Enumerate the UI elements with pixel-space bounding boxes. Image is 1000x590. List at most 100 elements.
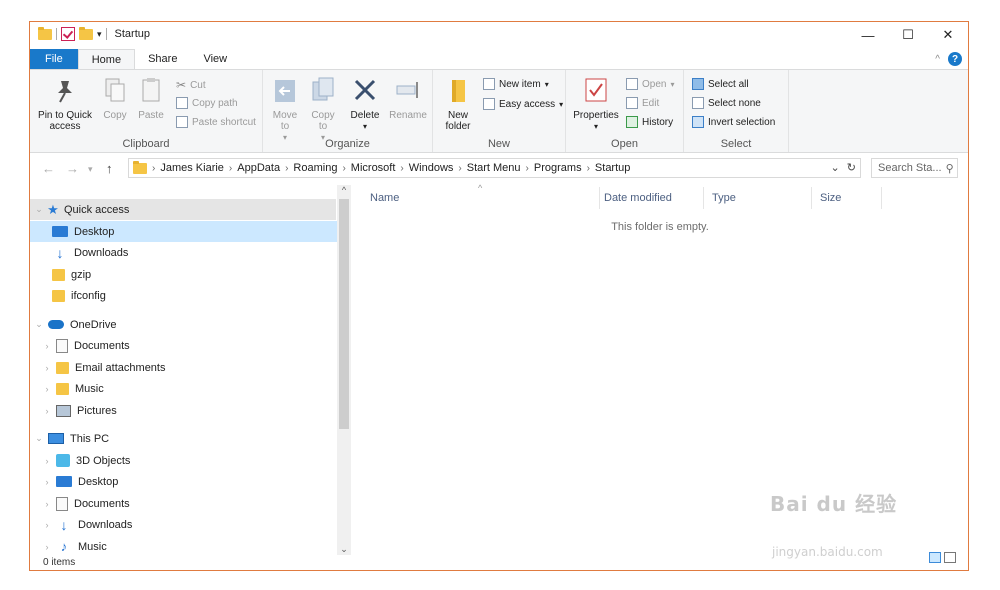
rename-button[interactable]: Rename xyxy=(387,76,429,121)
nav-scrollbar[interactable]: ^ ⌄ xyxy=(337,185,351,555)
minimize-button[interactable]: — xyxy=(848,22,888,48)
separator xyxy=(56,28,57,40)
maximize-button[interactable]: ☐ xyxy=(888,22,928,48)
nav-quick-access[interactable]: ⌄ ★ Quick access xyxy=(30,199,336,220)
expand-chevron-icon[interactable]: › xyxy=(42,477,52,487)
properties-button[interactable]: Properties ▾ xyxy=(570,76,622,132)
refresh-icon[interactable]: ↻ xyxy=(847,162,856,174)
tab-file[interactable]: File xyxy=(30,49,78,69)
breadcrumb-item[interactable]: James Kiarie xyxy=(156,162,228,174)
history-button[interactable]: History xyxy=(626,116,673,128)
nav-item-pc-desktop[interactable]: › Desktop xyxy=(30,471,348,492)
move-to-button[interactable]: Move to ▾ xyxy=(269,76,301,143)
nav-item-music[interactable]: › Music xyxy=(30,378,348,399)
nav-item-downloads[interactable]: ↓ Downloads xyxy=(30,242,350,263)
select-none-button[interactable]: Select none xyxy=(692,97,761,109)
invert-selection-button[interactable]: Invert selection xyxy=(692,116,775,128)
nav-item-pc-music[interactable]: › ♪ Music xyxy=(30,536,348,555)
breadcrumb-item[interactable]: Programs xyxy=(530,162,586,174)
search-input[interactable]: Search Sta... ⚲ xyxy=(871,158,958,178)
column-header-name[interactable]: Name xyxy=(362,187,600,209)
breadcrumb-item[interactable]: Startup xyxy=(591,162,634,174)
new-folder-icon[interactable] xyxy=(79,26,93,40)
breadcrumb-item[interactable]: Roaming xyxy=(289,162,341,174)
paste-shortcut-button[interactable]: Paste shortcut xyxy=(176,116,256,128)
nav-item-documents[interactable]: › Documents xyxy=(30,335,348,356)
scrollbar-thumb[interactable] xyxy=(339,199,349,429)
expand-chevron-icon[interactable]: › xyxy=(42,406,52,416)
large-icons-view-icon[interactable] xyxy=(944,552,956,563)
copy-to-button[interactable]: Copy to ▾ xyxy=(307,76,339,143)
expand-chevron-icon[interactable]: › xyxy=(42,520,52,530)
nav-item-3d-objects[interactable]: › 3D Objects xyxy=(30,450,348,471)
open-button[interactable]: Open ▾ xyxy=(626,78,674,90)
collapse-chevron-icon[interactable]: ⌄ xyxy=(34,204,44,215)
nav-label: Desktop xyxy=(74,225,115,238)
address-bar[interactable]: › James Kiarie › AppData › Roaming › Micros… xyxy=(128,158,861,178)
rename-label: Rename xyxy=(389,110,427,121)
nav-label: 3D Objects xyxy=(76,454,131,467)
up-arrow-icon[interactable]: ↑ xyxy=(106,161,113,176)
nav-item-pictures[interactable]: › Pictures xyxy=(30,400,348,421)
copy-path-button[interactable]: Copy path xyxy=(176,97,238,109)
back-arrow-icon[interactable]: ← xyxy=(42,161,55,176)
new-folder-button[interactable]: New folder xyxy=(439,76,477,132)
nav-item-desktop[interactable]: Desktop xyxy=(30,221,350,242)
collapse-ribbon-chevron-icon[interactable]: ^ xyxy=(935,54,940,65)
search-placeholder: Search Sta... xyxy=(878,162,942,174)
paste-shortcut-icon xyxy=(176,116,188,128)
nav-onedrive[interactable]: ⌄ OneDrive xyxy=(30,314,336,335)
expand-chevron-icon[interactable]: › xyxy=(42,363,52,373)
nav-this-pc[interactable]: ⌄ This PC xyxy=(30,428,336,449)
empty-folder-message: This folder is empty. xyxy=(611,221,709,233)
copy-button[interactable]: Copy xyxy=(100,76,130,121)
new-item-button[interactable]: New item ▾ xyxy=(483,78,549,90)
breadcrumb-item[interactable]: AppData xyxy=(233,162,284,174)
scroll-up-icon[interactable]: ^ xyxy=(337,185,351,195)
select-all-button[interactable]: Select all xyxy=(692,78,749,90)
edit-button[interactable]: Edit xyxy=(626,97,659,109)
expand-chevron-icon[interactable]: › xyxy=(42,341,52,351)
column-header-type[interactable]: Type xyxy=(704,187,812,209)
star-icon: ★ xyxy=(47,201,59,217)
forward-arrow-icon[interactable]: → xyxy=(66,161,79,176)
invert-selection-icon xyxy=(692,116,704,128)
tab-view[interactable]: View xyxy=(190,49,240,69)
close-button[interactable]: ✕ xyxy=(928,22,968,48)
collapse-chevron-icon[interactable]: ⌄ xyxy=(34,319,44,330)
nav-item-pc-documents[interactable]: › Documents xyxy=(30,493,348,514)
recent-locations-chevron-icon[interactable]: ▾ xyxy=(88,164,93,175)
clipboard-group: Pin to Quick access Copy Paste ✂ Cut Cop… xyxy=(30,70,263,152)
collapse-chevron-icon[interactable]: ⌄ xyxy=(34,433,44,444)
details-view-icon[interactable] xyxy=(929,552,941,563)
delete-button[interactable]: Delete ▾ xyxy=(349,76,381,132)
nav-item-ifconfig[interactable]: ifconfig xyxy=(30,285,350,306)
nav-item-pc-downloads[interactable]: › ↓ Downloads xyxy=(30,514,348,535)
column-header-date-modified[interactable]: Date modified xyxy=(596,187,704,209)
cut-button[interactable]: ✂ Cut xyxy=(176,78,206,92)
expand-chevron-icon[interactable]: › xyxy=(42,456,52,466)
nav-item-email-attachments[interactable]: › Email attachments xyxy=(30,357,348,378)
breadcrumb-item[interactable]: Microsoft xyxy=(347,162,400,174)
expand-chevron-icon[interactable]: › xyxy=(42,384,52,394)
nav-label: Music xyxy=(75,382,104,395)
tab-home[interactable]: Home xyxy=(77,49,136,69)
paste-button[interactable]: Paste xyxy=(136,76,166,121)
customize-toolbar-chevron-icon[interactable]: ▾ xyxy=(97,29,102,40)
expand-chevron-icon[interactable]: › xyxy=(42,542,52,552)
breadcrumb-item[interactable]: Windows xyxy=(405,162,458,174)
address-history-chevron-icon[interactable]: ⌄ xyxy=(831,162,840,174)
properties-check-icon[interactable] xyxy=(61,27,75,41)
folder-icon xyxy=(56,382,69,395)
folder-icon xyxy=(38,26,52,40)
tab-share[interactable]: Share xyxy=(135,49,190,69)
new-folder-icon xyxy=(445,76,471,104)
open-group-label: Open xyxy=(611,138,638,150)
nav-item-gzip[interactable]: gzip xyxy=(30,264,350,285)
help-icon[interactable]: ? xyxy=(948,52,962,66)
pin-to-quick-access-button[interactable]: Pin to Quick access xyxy=(36,76,94,132)
expand-chevron-icon[interactable]: › xyxy=(42,499,52,509)
column-header-size[interactable]: Size xyxy=(812,187,882,209)
breadcrumb-item[interactable]: Start Menu xyxy=(463,162,525,174)
easy-access-button[interactable]: Easy access ▾ xyxy=(483,98,563,110)
